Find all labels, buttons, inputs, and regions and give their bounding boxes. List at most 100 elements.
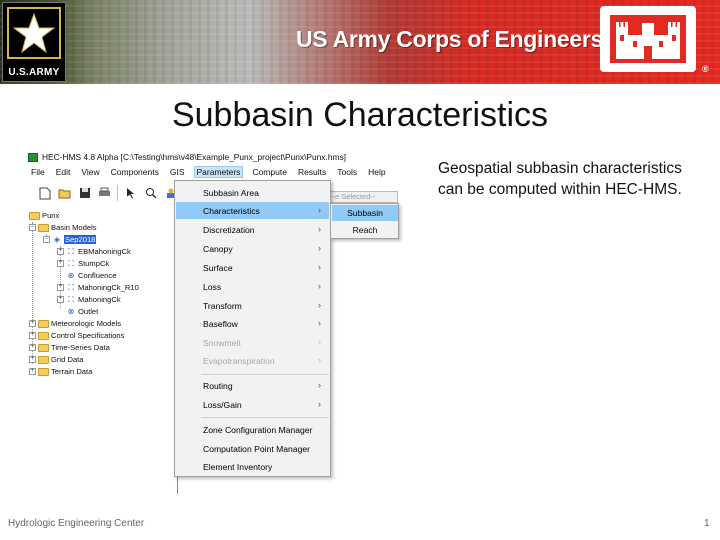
menu-item-label: Element Inventory [203, 461, 273, 472]
tree-item-element[interactable]: ⊗ Outlet [66, 306, 99, 317]
menu-item-label: Zone Configuration Manager [203, 424, 313, 435]
menu-item-label: Characteristics [203, 205, 260, 216]
menu-edit[interactable]: Edit [54, 167, 73, 177]
menu-item-zone-configuration-manager[interactable]: Zone Configuration Manager [176, 421, 329, 438]
collapse-icon[interactable]: − [43, 236, 50, 243]
chevron-right-icon: › [318, 399, 321, 409]
tree-item-root[interactable]: Punx [29, 210, 59, 221]
tree-item-label: Outlet [78, 307, 99, 316]
menu-item-snowmelt: Snowmelt › [176, 334, 329, 351]
tree-item-label: Confluence [78, 271, 117, 280]
expand-icon[interactable]: + [29, 368, 36, 375]
chevron-right-icon: › [318, 205, 321, 215]
tree-item-label: Terrain Data [51, 367, 93, 376]
menu-item-surface[interactable]: Surface › [176, 259, 329, 276]
menu-item-label: Baseflow [203, 318, 238, 329]
menu-compute[interactable]: Compute [250, 167, 289, 177]
folder-icon [29, 211, 40, 220]
tree-item-label: Sep2018 [64, 235, 97, 244]
tree-item-folder[interactable]: + Time-Series Data [29, 342, 110, 353]
menu-item-canopy[interactable]: Canopy › [176, 240, 329, 257]
tree-item-folder[interactable]: + Grid Data [29, 354, 84, 365]
menu-item-label: Transform [203, 300, 242, 311]
submenu-item-reach[interactable]: Reach [332, 222, 398, 238]
tree-item-label: Grid Data [51, 355, 84, 364]
tree-item-folder[interactable]: + Terrain Data [29, 366, 92, 377]
folder-icon [38, 343, 49, 352]
toolbar-separator [117, 185, 119, 201]
chevron-right-icon: › [318, 224, 321, 234]
open-folder-icon[interactable] [58, 186, 72, 200]
tree-item-element[interactable]: + ⛶ MahoningCk_R10 [57, 282, 139, 293]
menu-components[interactable]: Components [109, 167, 161, 177]
tree-item-basin-models[interactable]: − Basin Models [29, 222, 97, 233]
new-file-icon[interactable] [38, 186, 52, 200]
element-selector-combo[interactable]: --e Selected-- [326, 191, 398, 203]
menu-view[interactable]: View [79, 167, 101, 177]
expand-icon[interactable]: + [29, 320, 36, 327]
menu-help[interactable]: Help [366, 167, 387, 177]
header-banner: U.S.ARMY US Army Corps of Engineers ® [0, 0, 720, 84]
chevron-right-icon: › [318, 318, 321, 328]
menu-tools[interactable]: Tools [335, 167, 359, 177]
expand-icon[interactable]: + [29, 344, 36, 351]
menu-item-characteristics[interactable]: Characteristics › [176, 202, 329, 219]
menu-parameters[interactable]: Parameters [193, 166, 244, 178]
expand-icon[interactable]: + [29, 332, 36, 339]
star-icon [13, 12, 55, 54]
expand-icon[interactable]: + [57, 296, 64, 303]
usace-castle-logo [600, 6, 696, 72]
parameters-menu: Subbasin Area Characteristics › Discreti… [174, 180, 331, 477]
tree-item-element[interactable]: + ⛶ EBMahoningCk [57, 246, 131, 257]
print-icon[interactable] [98, 186, 112, 200]
tree-item-element[interactable]: + ⛶ MahoningCk [57, 294, 121, 305]
tree-item-folder[interactable]: + Control Specifications [29, 330, 124, 341]
tree-item-label: Basin Models [51, 223, 97, 232]
chevron-right-icon: › [318, 337, 321, 347]
menu-item-loss[interactable]: Loss › [176, 278, 329, 295]
army-logo-text: U.S.ARMY [8, 67, 60, 78]
tree-item-folder[interactable]: + Meteorologic Models [29, 318, 121, 329]
menu-item-discretization[interactable]: Discretization › [176, 221, 329, 238]
expand-icon[interactable]: + [57, 248, 64, 255]
menu-item-label: Routing [203, 380, 233, 391]
submenu-item-subbasin[interactable]: Subbasin [332, 205, 398, 221]
menu-item-subbasin-area[interactable]: Subbasin Area [176, 184, 329, 201]
folder-icon [38, 331, 49, 340]
expand-icon[interactable]: + [57, 260, 64, 267]
collapse-icon[interactable]: − [29, 224, 36, 231]
tree-item-label: MahoningCk_R10 [78, 283, 139, 292]
expand-icon[interactable]: + [29, 356, 36, 363]
menu-item-label: Canopy [203, 243, 233, 254]
menu-file[interactable]: File [29, 167, 47, 177]
toolbar [28, 182, 178, 204]
tree-item-basin[interactable]: − ◈ Sep2018 [43, 234, 97, 245]
chevron-right-icon: › [318, 243, 321, 253]
menu-item-baseflow[interactable]: Baseflow › [176, 315, 329, 332]
expand-icon[interactable]: + [57, 284, 64, 291]
menu-item-evapotranspiration: Evapotranspiration › [176, 352, 329, 369]
tree-item-element[interactable]: ⊕ Confluence [66, 270, 117, 281]
tree-item-label: MahoningCk [78, 295, 121, 304]
chevron-right-icon: › [318, 281, 321, 291]
menu-results[interactable]: Results [296, 167, 328, 177]
save-icon[interactable] [78, 186, 92, 200]
subbasin-icon: ⛶ [68, 246, 74, 256]
hec-hms-app-icon [28, 152, 38, 162]
watershed-explorer-tree: Punx − Basin Models − ◈ Sep2018 + ⛶ EBMa… [28, 210, 178, 494]
tree-item-label: StumpCk [78, 259, 110, 268]
army-star-frame [7, 7, 61, 59]
folder-icon [38, 223, 49, 232]
tree-item-element[interactable]: + ⛶ StumpCk [57, 258, 109, 269]
menu-gis[interactable]: GIS [168, 167, 187, 177]
window-title: HEC-HMS 4.8 Alpha [C:\Testing\hms\v48\Ex… [42, 152, 346, 162]
arrow-pointer-icon[interactable] [124, 186, 138, 200]
menu-item-routing[interactable]: Routing › [176, 377, 329, 394]
menu-item-element-inventory[interactable]: Element Inventory [176, 458, 329, 475]
menu-item-label: Loss [203, 281, 222, 292]
footer-organization: Hydrologic Engineering Center [8, 518, 145, 529]
zoom-icon[interactable] [144, 186, 158, 200]
menu-item-transform[interactable]: Transform › [176, 297, 329, 314]
menu-item-computation-point-manager[interactable]: Computation Point Manager [176, 440, 329, 457]
menu-item-loss-gain[interactable]: Loss/Gain › [176, 396, 329, 413]
